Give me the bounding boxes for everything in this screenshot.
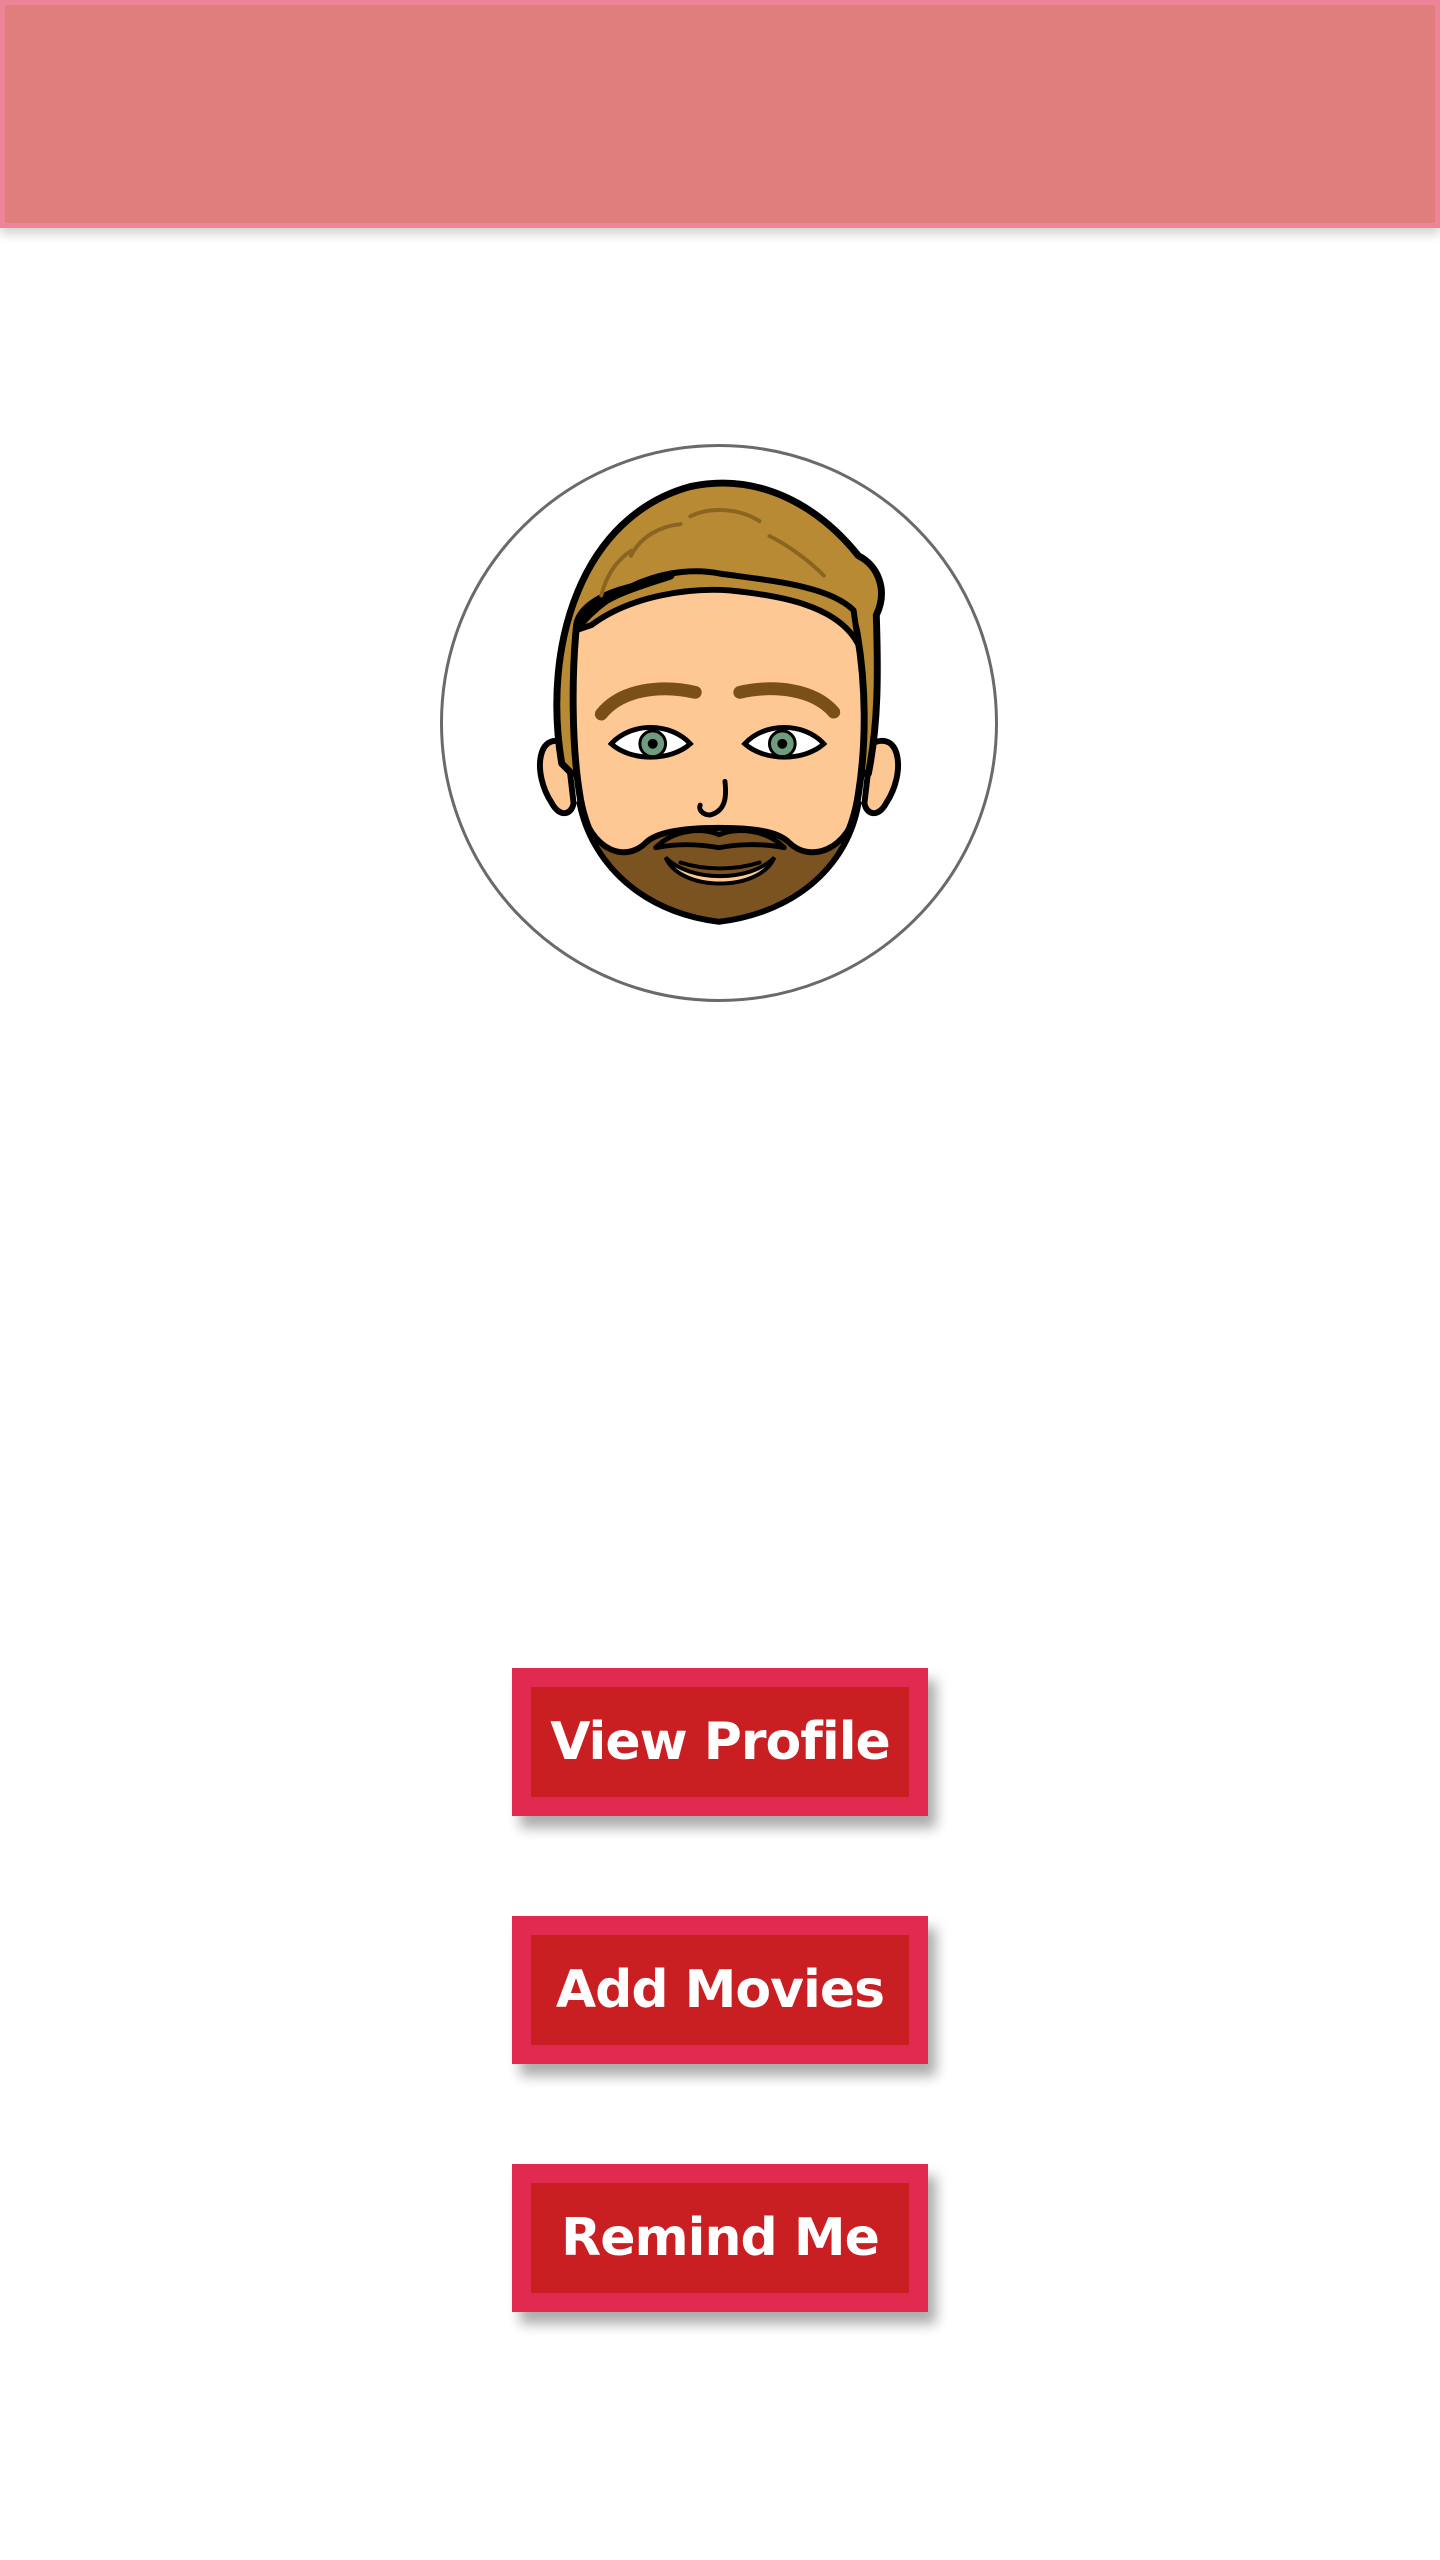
bearded-man-avatar-icon	[537, 479, 901, 925]
view-profile-button[interactable]: View Profile	[512, 1668, 928, 1816]
profile-avatar[interactable]	[440, 444, 998, 1002]
home-screen: View Profile Add Movies Remind Me	[0, 0, 1440, 2560]
top-app-bar	[0, 0, 1440, 228]
remind-me-button[interactable]: Remind Me	[512, 2164, 928, 2312]
add-movies-button[interactable]: Add Movies	[512, 1916, 928, 2064]
